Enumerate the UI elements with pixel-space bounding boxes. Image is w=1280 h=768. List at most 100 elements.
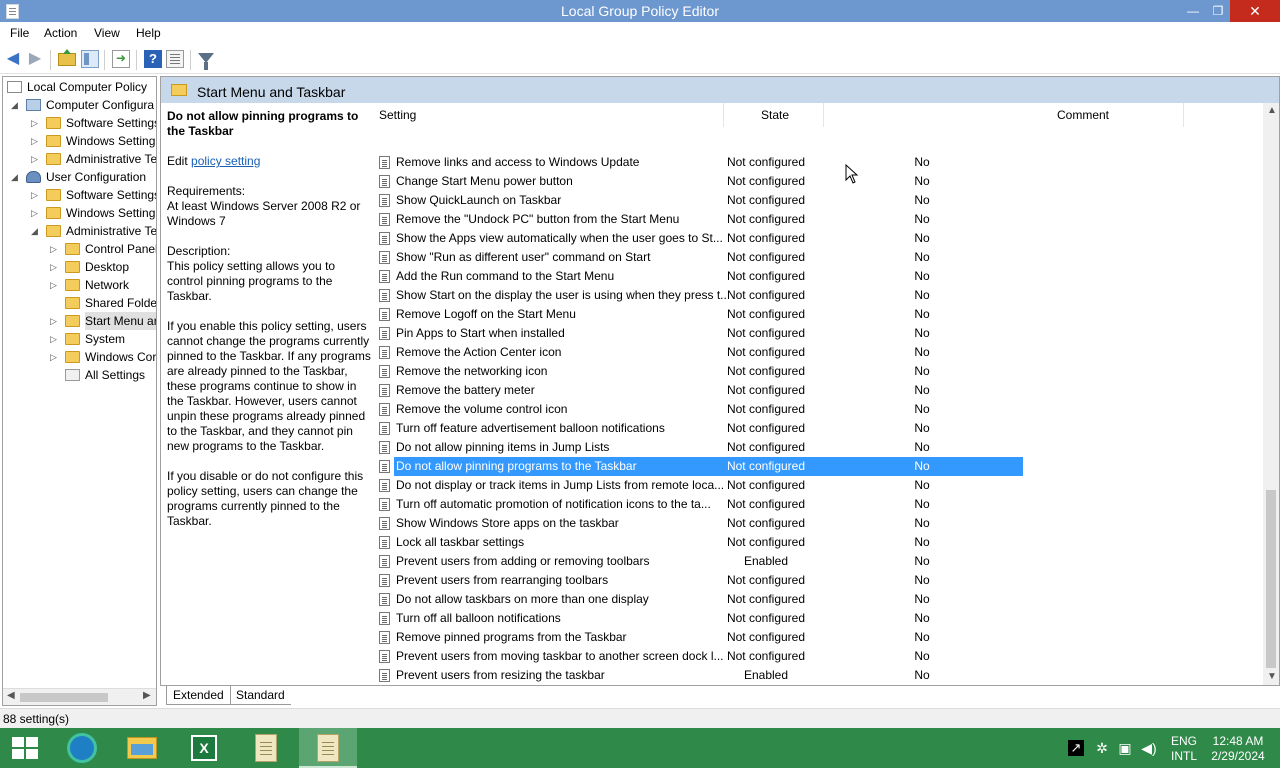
policy-name: Remove the volume control icon [396,402,568,416]
expand-arrow-icon[interactable]: ▷ [50,240,59,258]
menu-file[interactable]: File [10,26,29,40]
policy-row[interactable]: Change Start Menu power button Not config… [377,172,1023,191]
taskbar-excel[interactable]: X [175,728,233,768]
policy-row[interactable]: Remove pinned programs from the Taskbar N… [377,628,1023,647]
taskbar-notepad-1[interactable] [237,728,295,768]
scroll-thumb[interactable] [20,693,108,702]
policy-name: Turn off automatic promotion of notifica… [396,497,711,511]
policy-comment: No [914,383,930,397]
taskbar-notepad-2[interactable] [299,728,357,768]
tree-pane: Local Computer Policy ◢ Computer Configura… [2,76,157,706]
export-list-icon[interactable] [112,50,130,68]
policy-row[interactable]: Prevent users from moving taskbar to ano… [377,647,1023,666]
scroll-left-arrow-icon[interactable]: ◀ [7,690,15,701]
column-divider[interactable] [723,103,724,127]
collapse-arrow-icon[interactable]: ◢ [11,168,20,186]
policy-row[interactable]: Prevent users from rearranging toolbars N… [377,571,1023,590]
policy-row[interactable]: Add the Run command to the Start Menu Not… [377,267,1023,286]
expand-arrow-icon[interactable]: ▷ [50,276,59,294]
policy-setting-link[interactable]: policy setting [191,154,260,168]
back-arrow-icon[interactable]: ◀ [4,50,22,68]
expand-arrow-icon[interactable]: ▷ [31,150,40,168]
help-icon[interactable]: ? [144,50,162,68]
tree-horizontal-scrollbar[interactable]: ◀ ▶ [3,688,156,705]
policy-row[interactable]: Show "Run as different user" command on … [377,248,1023,267]
policy-state: Not configured [726,402,806,416]
policy-row[interactable]: Remove links and access to Windows Updat… [377,153,1023,172]
filter-icon[interactable] [198,53,214,70]
menu-view[interactable]: View [94,26,120,40]
security-tray-icon[interactable]: ✲ [1094,740,1110,756]
taskbar-edge[interactable] [52,728,110,768]
column-comment[interactable]: Comment [1057,108,1109,122]
policy-row[interactable]: Remove the volume control icon Not config… [377,400,1023,419]
policy-row[interactable]: Remove the "Undock PC" button from the S… [377,210,1023,229]
forward-arrow-icon[interactable]: ▶ [26,50,44,68]
policy-row[interactable]: Pin Apps to Start when installed Not conf… [377,324,1023,343]
policy-state: Not configured [726,630,806,644]
network-tray-icon[interactable]: ▣ [1117,740,1133,756]
column-setting[interactable]: Setting [379,108,416,122]
language-indicator[interactable]: ENG INTL [1171,734,1197,764]
expand-arrow-icon[interactable]: ▷ [50,258,59,276]
expand-arrow-icon[interactable]: ▷ [50,330,59,348]
policy-comment: No [914,174,930,188]
policy-row[interactable]: Turn off all balloon notifications Not co… [377,609,1023,628]
expand-arrow-icon[interactable]: ▷ [50,348,59,366]
policy-row[interactable]: Lock all taskbar settings Not configured N… [377,533,1023,552]
column-divider[interactable] [1183,103,1184,127]
collapse-arrow-icon[interactable]: ◢ [31,222,40,240]
tree-item-label: System [85,332,126,346]
policy-name: Prevent users from adding or removing to… [396,554,650,568]
policy-row[interactable]: Show Start on the display the user is us… [377,286,1023,305]
show-hidden-icons-icon[interactable]: ↗ [1068,740,1084,756]
taskbar-file-explorer[interactable] [113,728,171,768]
scroll-down-arrow-icon[interactable]: ▼ [1267,671,1277,682]
policy-name: Do not display or track items in Jump Li… [396,478,725,492]
policy-row[interactable]: Prevent users from resizing the taskbar E… [377,666,1023,685]
policy-row[interactable]: Show QuickLaunch on Taskbar Not configure… [377,191,1023,210]
menu-help[interactable]: Help [136,26,161,40]
up-one-level-icon[interactable] [58,49,76,66]
maximize-button[interactable]: ❐ [1205,0,1231,22]
collapse-arrow-icon[interactable]: ◢ [11,96,20,114]
policy-row[interactable]: Do not allow pinning programs to the Tas… [377,457,1023,476]
column-divider[interactable] [823,103,824,127]
tree-item-label: Windows Cor [85,350,157,364]
policy-row[interactable]: Do not allow taskbars on more than one d… [377,590,1023,609]
show-hide-tree-icon[interactable] [81,50,99,68]
policy-row[interactable]: Prevent users from adding or removing to… [377,552,1023,571]
clock[interactable]: 12:48 AM 2/29/2024 [1208,734,1268,764]
vertical-scrollbar[interactable]: ▲ ▼ [1263,103,1279,685]
tab-standard[interactable]: Standard [230,686,291,705]
scroll-thumb[interactable] [1266,490,1276,668]
expand-arrow-icon[interactable]: ▷ [50,312,59,330]
close-button[interactable]: ✕ [1230,0,1280,22]
expand-arrow-icon[interactable]: ▷ [31,114,40,132]
policy-row[interactable]: Turn off automatic promotion of notifica… [377,495,1023,514]
minimize-button[interactable]: — [1180,0,1206,22]
policy-row[interactable]: Do not display or track items in Jump Li… [377,476,1023,495]
policy-row[interactable]: Do not allow pinning items in Jump Lists… [377,438,1023,457]
policy-row[interactable]: Turn off feature advertisement balloon n… [377,419,1023,438]
column-state[interactable]: State [761,108,789,122]
policy-setting-icon [379,536,390,549]
expand-arrow-icon[interactable]: ▷ [31,186,40,204]
policy-comment: No [914,611,930,625]
policy-row[interactable]: Show the Apps view automatically when th… [377,229,1023,248]
scroll-up-arrow-icon[interactable]: ▲ [1267,105,1277,116]
menu-action[interactable]: Action [44,26,77,40]
policy-row[interactable]: Show Windows Store apps on the taskbar No… [377,514,1023,533]
start-button[interactable] [0,728,58,768]
volume-tray-icon[interactable]: ◀) [1141,740,1157,756]
expand-arrow-icon[interactable]: ▷ [31,204,40,222]
tab-extended[interactable]: Extended [166,686,231,705]
properties-icon[interactable] [166,50,184,68]
scroll-right-arrow-icon[interactable]: ▶ [143,690,151,701]
policy-name: Remove Logoff on the Start Menu [396,307,576,321]
policy-row[interactable]: Remove the battery meter Not configured No [377,381,1023,400]
policy-row[interactable]: Remove Logoff on the Start Menu Not confi… [377,305,1023,324]
policy-row[interactable]: Remove the Action Center icon Not configu… [377,343,1023,362]
policy-row[interactable]: Remove the networking icon Not configured… [377,362,1023,381]
expand-arrow-icon[interactable]: ▷ [31,132,40,150]
